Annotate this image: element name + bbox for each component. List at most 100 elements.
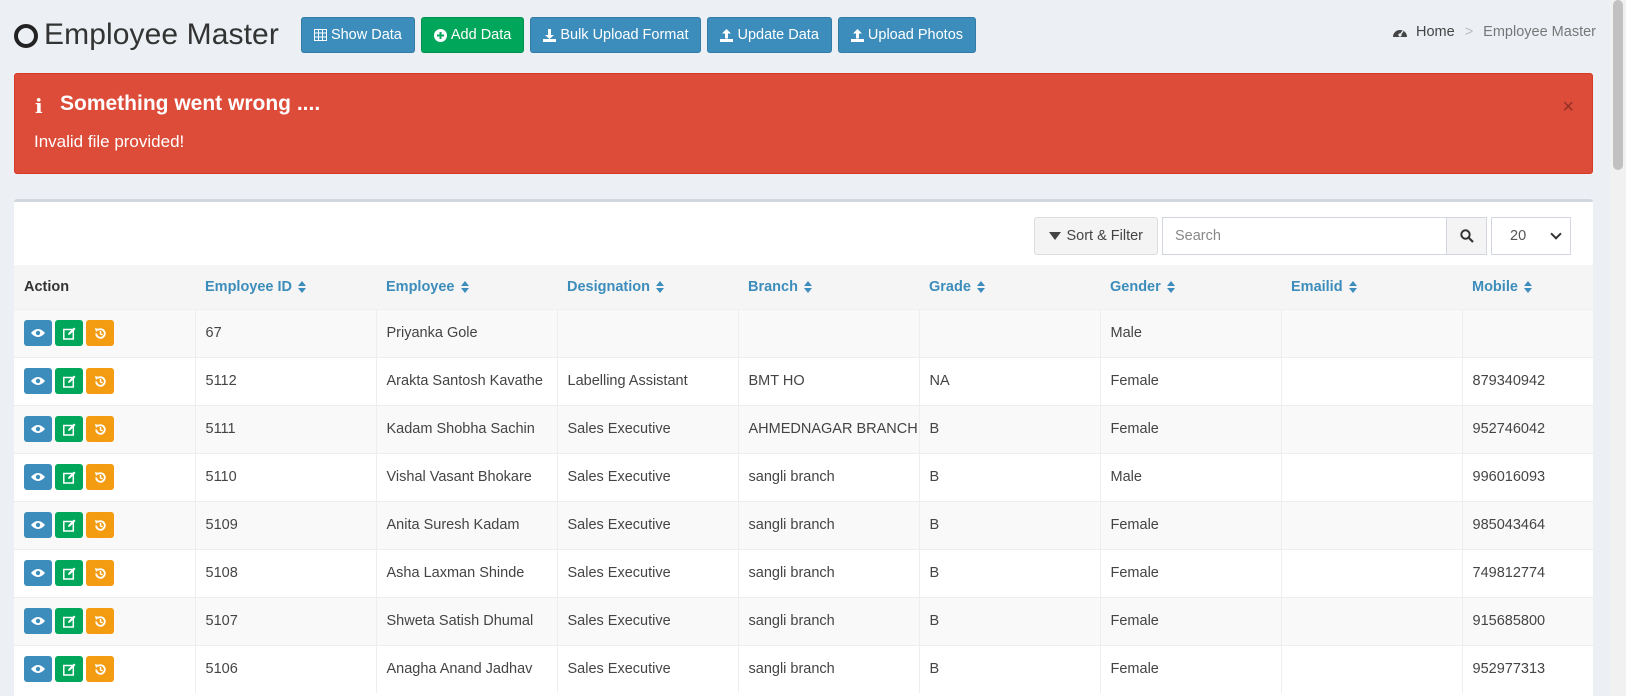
cell-designation: Sales Executive bbox=[556, 548, 738, 597]
search-icon bbox=[1459, 229, 1474, 243]
alert-title: Something went wrong .... bbox=[60, 92, 321, 115]
edit-button[interactable] bbox=[55, 320, 83, 346]
history-button[interactable] bbox=[86, 608, 114, 634]
upload-photos-button[interactable]: Upload Photos bbox=[837, 17, 977, 53]
view-button[interactable] bbox=[24, 560, 52, 586]
view-button[interactable] bbox=[24, 320, 52, 346]
sort-filter-button[interactable]: Sort & Filter bbox=[1034, 217, 1158, 255]
cell-gender: Male bbox=[1099, 308, 1281, 357]
column-header-employee-id[interactable]: Employee ID bbox=[195, 265, 376, 310]
table-row: 67 Priyanka Gole Male bbox=[14, 308, 1593, 357]
history-button[interactable] bbox=[86, 560, 114, 586]
bulk-upload-format-button[interactable]: Bulk Upload Format bbox=[530, 17, 702, 53]
history-button[interactable] bbox=[86, 464, 114, 490]
history-icon bbox=[94, 519, 107, 532]
cell-emailid bbox=[1280, 548, 1462, 597]
history-icon bbox=[94, 327, 107, 340]
view-button[interactable] bbox=[24, 656, 52, 683]
cell-branch: sangli branch bbox=[737, 500, 919, 549]
cell-mobile: 915685800 bbox=[1461, 596, 1593, 645]
page-scrollbar[interactable] bbox=[1610, 0, 1626, 696]
column-header-branch[interactable]: Branch bbox=[738, 265, 919, 310]
dashboard-icon bbox=[1393, 30, 1408, 37]
alert-message: Invalid file provided! bbox=[34, 132, 185, 151]
circle-icon bbox=[14, 24, 38, 48]
close-icon[interactable]: × bbox=[1562, 96, 1574, 119]
cell-mobile: 879340942 bbox=[1461, 356, 1593, 405]
breadcrumb-home-link[interactable]: Home bbox=[1416, 24, 1455, 40]
edit-button[interactable] bbox=[55, 560, 83, 586]
cell-grade: B bbox=[918, 404, 1100, 453]
history-button[interactable] bbox=[86, 512, 114, 538]
cell-emailid bbox=[1280, 308, 1462, 357]
edit-button[interactable] bbox=[55, 608, 83, 634]
history-button[interactable] bbox=[86, 656, 114, 683]
edit-icon bbox=[62, 663, 76, 676]
edit-icon bbox=[62, 423, 76, 436]
page-size-select[interactable]: 20 bbox=[1491, 217, 1571, 255]
update-data-label: Update Data bbox=[737, 27, 819, 43]
column-header-emailid[interactable]: Emailid bbox=[1281, 265, 1462, 310]
view-button[interactable] bbox=[24, 368, 52, 394]
cell-mobile: 749812774 bbox=[1461, 548, 1593, 597]
edit-button[interactable] bbox=[55, 512, 83, 538]
view-button[interactable] bbox=[24, 512, 52, 538]
error-alert: i Something went wrong .... Invalid file… bbox=[14, 73, 1593, 174]
edit-button[interactable] bbox=[55, 416, 83, 442]
view-button[interactable] bbox=[24, 416, 52, 442]
table-row: 5107 Shweta Satish Dhumal Sales Executive s… bbox=[14, 596, 1593, 645]
history-icon bbox=[94, 663, 107, 676]
table-row: 5112 Arakta Santosh Kavathe Labelling Assi… bbox=[14, 356, 1593, 405]
cell-mobile: 996016093 bbox=[1461, 452, 1593, 501]
table-icon bbox=[313, 29, 327, 41]
history-button[interactable] bbox=[86, 368, 114, 394]
cell-designation: Sales Executive bbox=[556, 596, 738, 645]
cell-employee-id: 67 bbox=[194, 308, 376, 357]
page-header: Employee Master Show Data Add Data Bulk … bbox=[14, 14, 982, 56]
history-button[interactable] bbox=[86, 320, 114, 346]
cell-employee-id: 5109 bbox=[194, 500, 376, 549]
sort-icon bbox=[655, 280, 664, 293]
cell-employee: Vishal Vasant Bhokare bbox=[375, 452, 557, 501]
column-header-grade[interactable]: Grade bbox=[919, 265, 1100, 310]
column-header-employee[interactable]: Employee bbox=[376, 265, 557, 310]
cell-designation: Sales Executive bbox=[556, 452, 738, 501]
view-button[interactable] bbox=[24, 608, 52, 634]
cell-employee: Asha Laxman Shinde bbox=[375, 548, 557, 597]
edit-button[interactable] bbox=[55, 368, 83, 394]
cell-mobile: 952746042 bbox=[1461, 404, 1593, 453]
column-label: Designation bbox=[567, 278, 650, 295]
cell-action bbox=[14, 356, 195, 405]
sort-icon bbox=[1348, 280, 1357, 293]
sort-icon bbox=[1523, 280, 1532, 293]
cell-grade: B bbox=[918, 644, 1100, 693]
eye-icon bbox=[31, 472, 45, 482]
cell-gender: Female bbox=[1099, 500, 1281, 549]
edit-button[interactable] bbox=[55, 464, 83, 490]
upload-icon bbox=[720, 28, 734, 42]
cell-employee: Arakta Santosh Kavathe bbox=[375, 356, 557, 405]
search-button[interactable] bbox=[1447, 217, 1487, 255]
scrollbar-thumb[interactable] bbox=[1613, 0, 1623, 170]
view-button[interactable] bbox=[24, 464, 52, 490]
show-data-button[interactable]: Show Data bbox=[300, 17, 415, 53]
eye-icon bbox=[31, 376, 45, 386]
search-input[interactable] bbox=[1162, 217, 1447, 255]
add-data-button[interactable]: Add Data bbox=[420, 17, 525, 53]
column-label: Grade bbox=[929, 278, 971, 295]
cell-branch: sangli branch bbox=[737, 644, 919, 693]
column-header-gender[interactable]: Gender bbox=[1100, 265, 1281, 310]
sort-icon bbox=[803, 280, 812, 293]
column-header-mobile[interactable]: Mobile bbox=[1462, 265, 1593, 310]
table-row: 5108 Asha Laxman Shinde Sales Executive san… bbox=[14, 548, 1593, 597]
edit-icon bbox=[62, 519, 76, 532]
edit-button[interactable] bbox=[55, 656, 83, 683]
column-header-designation[interactable]: Designation bbox=[557, 265, 738, 310]
history-button[interactable] bbox=[86, 416, 114, 442]
cell-employee-id: 5111 bbox=[194, 404, 376, 453]
cell-gender: Male bbox=[1099, 452, 1281, 501]
cell-employee: Anagha Anand Jadhav bbox=[375, 644, 557, 693]
cell-grade bbox=[918, 308, 1100, 357]
table-header-row: Action Employee ID Employee Designation … bbox=[14, 265, 1593, 310]
update-data-button[interactable]: Update Data bbox=[707, 17, 832, 53]
